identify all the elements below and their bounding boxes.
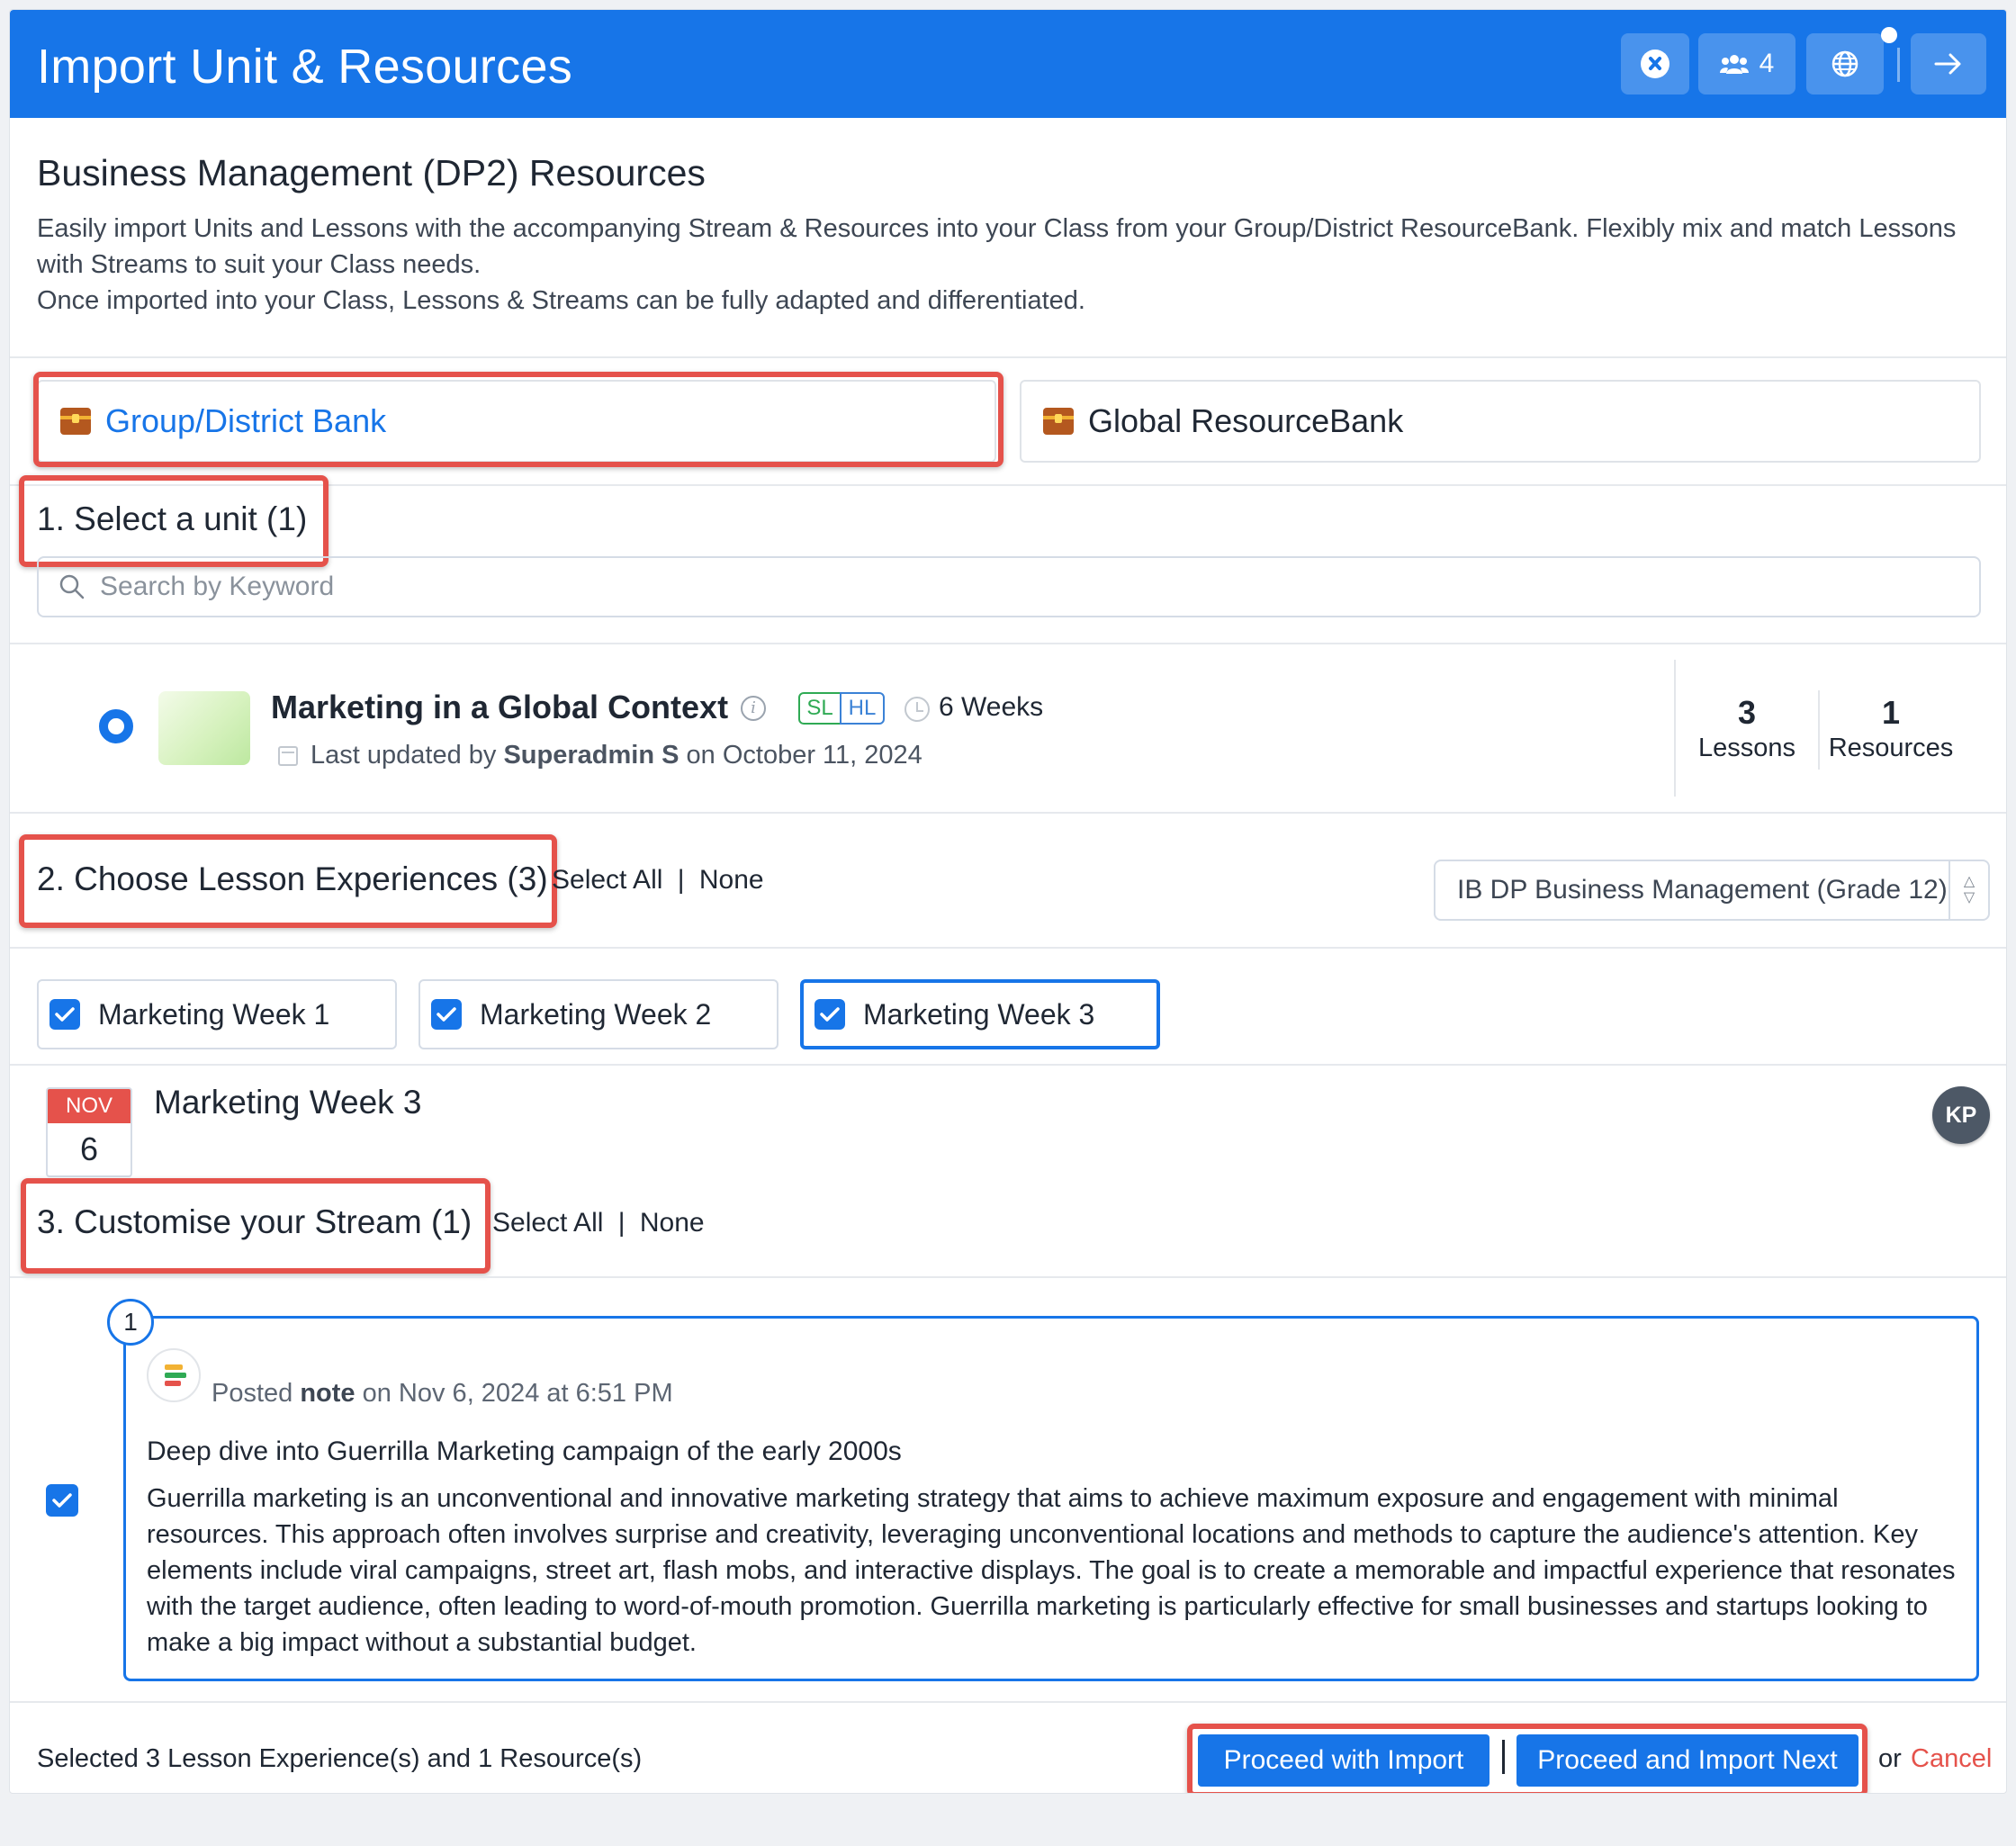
exit-button[interactable] [1911, 33, 1986, 95]
updated-suffix: on October 11, 2024 [679, 741, 922, 770]
stream-item-meta: Posted note on Nov 6, 2024 at 6:51 PM [212, 1379, 673, 1409]
dialog-title: Import Unit & Resources [37, 40, 573, 94]
or-label: or [1878, 1744, 1902, 1773]
intro-section: Business Management (DP2) Resources Easi… [37, 152, 1972, 319]
separator: | [677, 865, 685, 895]
lesson-chip-label: Marketing Week 2 [480, 997, 712, 1031]
header-divider [1897, 48, 1900, 82]
language-button[interactable] [1806, 33, 1884, 95]
checkmark-icon [52, 1493, 72, 1508]
checkbox-checked-icon[interactable] [431, 999, 462, 1030]
tab-label: Group/District Bank [105, 402, 387, 439]
people-count: 4 [1759, 49, 1775, 78]
divider [10, 947, 2006, 949]
header-bar: Import Unit & Resources 4 [10, 10, 2006, 118]
select-all-link[interactable]: Select All [552, 865, 662, 895]
step3-title: 3. Customise your Stream (1) [37, 1203, 472, 1240]
step1-title: 1. Select a unit (1) [37, 500, 308, 537]
calendar-icon [278, 746, 298, 766]
step2-title: 2. Choose Lesson Experiences (3) [37, 860, 548, 897]
proceed-import-button[interactable]: Proceed with Import [1198, 1734, 1490, 1787]
chat-icon [1641, 50, 1670, 78]
clock-icon [904, 697, 930, 722]
lesson-chip-3[interactable]: Marketing Week 3 [800, 979, 1160, 1049]
lessons-label: Lessons [1697, 734, 1796, 762]
stream-item-checkbox[interactable] [46, 1484, 78, 1517]
lesson-chip-label: Marketing Week 1 [98, 997, 330, 1031]
import-dialog: Import Unit & Resources 4 Business Manag… [9, 9, 2007, 1794]
divider [10, 1701, 2006, 1703]
step3-select-controls: Select All | None [492, 1208, 705, 1238]
step2-select-controls: Select All | None [552, 865, 764, 896]
resources-label: Resources [1828, 734, 1954, 762]
select-none-link[interactable]: None [640, 1208, 705, 1238]
class-select-value: IB DP Business Management (Grade 12) [1457, 875, 1948, 905]
arrow-right-icon [1934, 53, 1961, 75]
search-input[interactable] [37, 556, 1981, 617]
lesson-title: Marketing Week 3 [154, 1084, 422, 1121]
divider [10, 356, 2006, 358]
selection-summary: Selected 3 Lesson Experience(s) and 1 Re… [37, 1744, 643, 1773]
people-button[interactable]: 4 [1698, 33, 1796, 95]
avatar[interactable]: KP [1932, 1086, 1990, 1144]
unit-last-updated: Last updated by Superadmin S on October … [310, 741, 922, 770]
lesson-chip-label: Marketing Week 3 [863, 997, 1095, 1031]
tab-label: Global ResourceBank [1088, 402, 1404, 439]
divider [10, 1276, 2006, 1278]
select-all-link[interactable]: Select All [492, 1208, 603, 1238]
search-field[interactable] [100, 572, 1720, 602]
divider [10, 812, 2006, 814]
intro-line-1: Easily import Units and Lessons with the… [37, 214, 1957, 279]
date-month: NOV [48, 1089, 130, 1123]
stream-item-title: Deep dive into Guerrilla Marketing campa… [147, 1436, 902, 1466]
level-badge-sl: SL [798, 692, 842, 725]
lessons-count: 3 [1737, 694, 1757, 731]
separator: | [617, 1208, 626, 1238]
lesson-chip-1[interactable]: Marketing Week 1 [37, 979, 397, 1049]
page-title: Business Management (DP2) Resources [37, 152, 706, 194]
divider [10, 1064, 2006, 1066]
unit-radio[interactable] [99, 709, 133, 743]
lesson-chip-2[interactable]: Marketing Week 2 [418, 979, 778, 1049]
globe-icon [1832, 50, 1858, 77]
checkbox-checked-icon[interactable] [814, 999, 845, 1030]
stream-item-body: Guerrilla marketing is an unconventional… [147, 1484, 1956, 1657]
info-icon[interactable]: i [741, 696, 766, 721]
divider [10, 484, 2006, 486]
resources-count: 1 [1881, 694, 1901, 731]
search-icon [59, 574, 85, 599]
posted-prefix: Posted [212, 1379, 301, 1408]
posted-type: note [300, 1379, 356, 1408]
unit-title[interactable]: Marketing in a Global Context [271, 689, 728, 726]
select-none-link[interactable]: None [699, 865, 764, 895]
date-day: 6 [79, 1130, 99, 1167]
notification-dot [1881, 27, 1897, 43]
date-badge: NOV 6 [46, 1087, 132, 1177]
treasure-chest-icon [60, 408, 91, 435]
intro-description: Easily import Units and Lessons with the… [37, 211, 1972, 319]
tab-global-resourcebank[interactable]: Global ResourceBank [1020, 380, 1981, 463]
divider [10, 643, 2006, 644]
class-select[interactable]: IB DP Business Management (Grade 12) △ ▽ [1434, 860, 1990, 921]
treasure-chest-icon [1043, 408, 1074, 435]
people-icon [1719, 55, 1749, 74]
posted-suffix: on Nov 6, 2024 at 6:51 PM [355, 1379, 673, 1408]
updated-prefix: Last updated by [310, 741, 504, 770]
checkbox-checked-icon[interactable] [50, 999, 80, 1030]
updated-by: Superadmin S [503, 741, 680, 770]
unit-thumbnail [158, 691, 250, 765]
proceed-import-next-button[interactable]: Proceed and Import Next [1516, 1734, 1858, 1787]
chevron-up-down-icon: △ ▽ [1948, 861, 1988, 919]
chat-button[interactable] [1621, 33, 1689, 95]
level-badge-hl: HL [840, 692, 885, 725]
stream-item-number: 1 [107, 1299, 154, 1346]
note-icon [147, 1348, 201, 1402]
intro-line-2: Once imported into your Class, Lessons &… [37, 286, 1085, 315]
unit-duration: 6 Weeks [939, 692, 1044, 722]
button-separator [1502, 1740, 1505, 1774]
cancel-link[interactable]: Cancel [1911, 1744, 1992, 1774]
tab-group-district-bank[interactable]: Group/District Bank [37, 380, 996, 463]
